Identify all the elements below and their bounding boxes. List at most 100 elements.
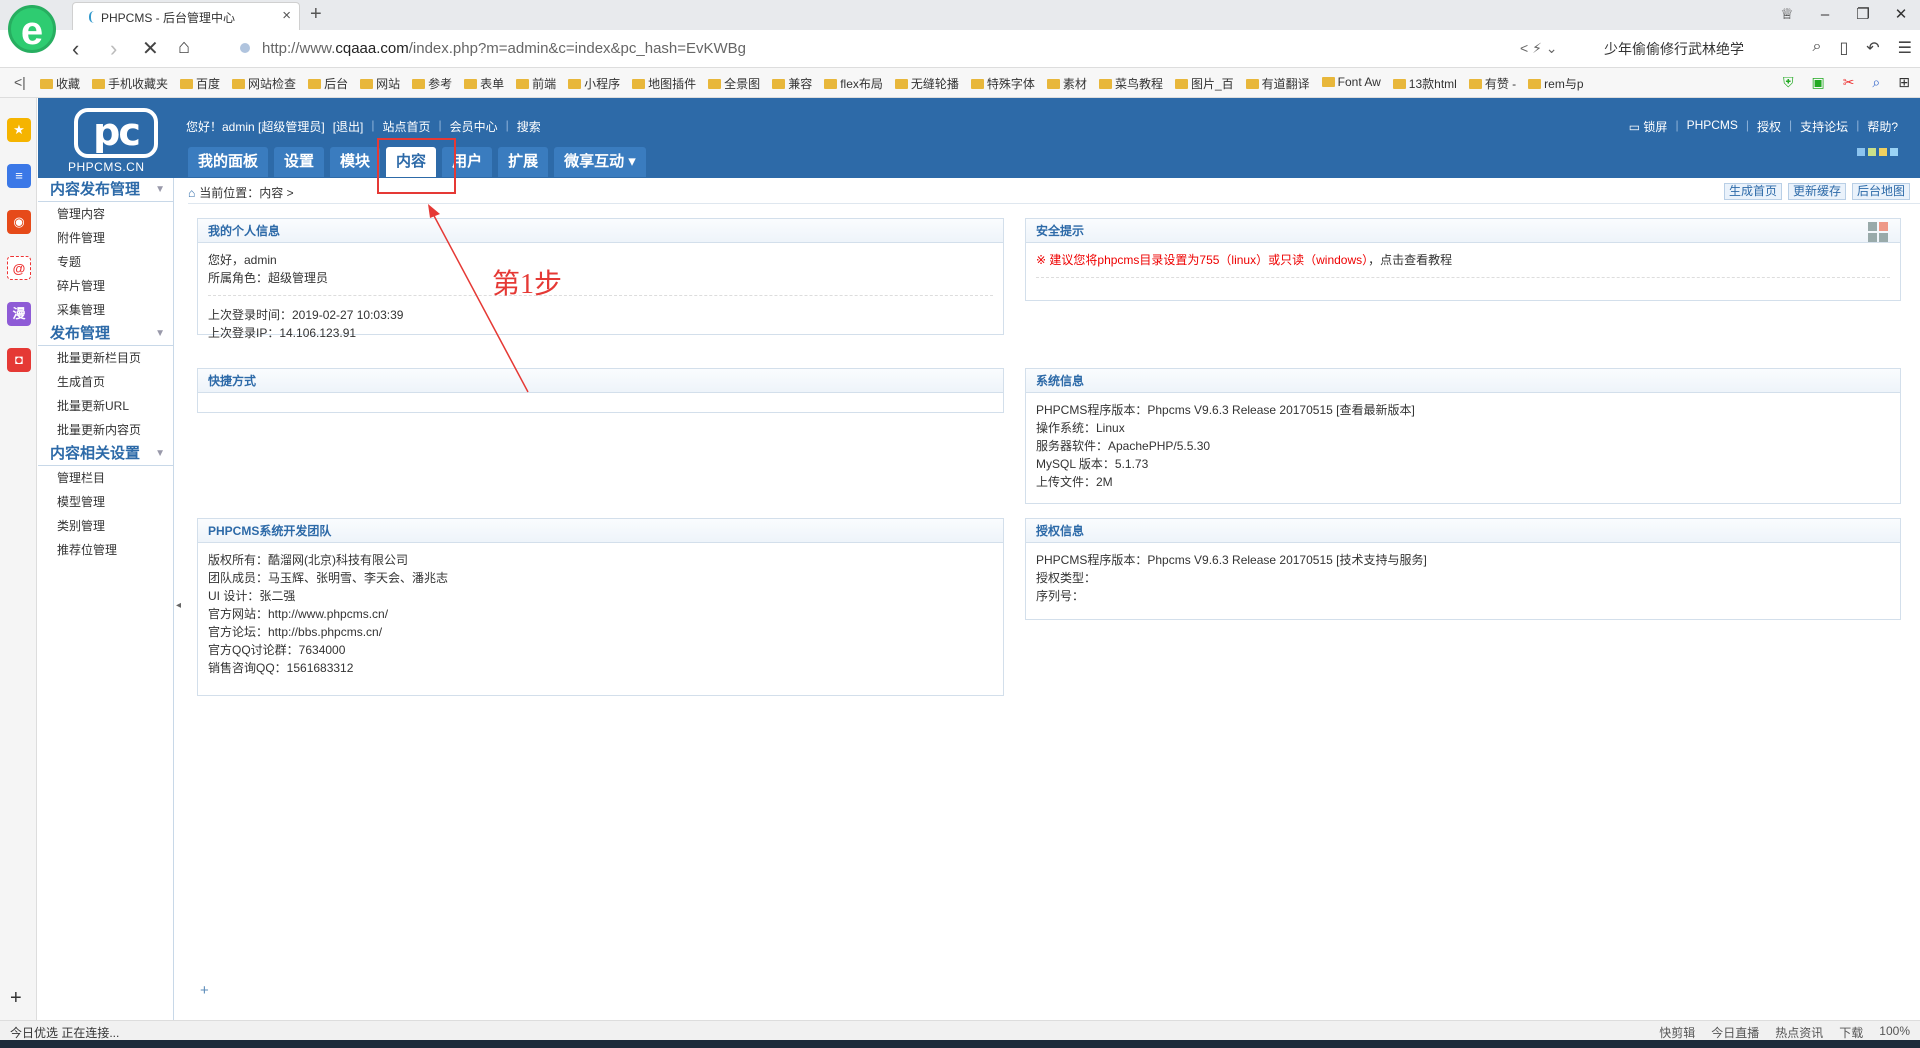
comic-icon[interactable]: 漫: [7, 302, 31, 326]
home-icon[interactable]: ⌂: [178, 36, 190, 59]
menu-item[interactable]: 批量更新栏目页: [38, 346, 173, 370]
bookmark-item[interactable]: 收藏: [40, 75, 80, 92]
skin-icon[interactable]: ♕: [1768, 0, 1806, 30]
menu-group-title[interactable]: 发布管理 ▼: [38, 322, 173, 346]
menu-item[interactable]: 管理内容: [38, 202, 173, 226]
bookmark-item[interactable]: 后台: [308, 75, 348, 92]
phpcms-link[interactable]: PHPCMS: [1687, 118, 1738, 135]
quick-clip-button[interactable]: 快剪辑: [1659, 1024, 1695, 1041]
grid-icon[interactable]: ⊞: [1898, 74, 1910, 91]
menu-item[interactable]: 采集管理: [38, 298, 173, 322]
menu-icon[interactable]: ☰: [1898, 38, 1912, 58]
translate-icon[interactable]: ▣: [1811, 74, 1824, 91]
help-link[interactable]: 帮助?: [1867, 118, 1898, 135]
tab-interaction[interactable]: 微享互动 ▾: [554, 147, 646, 177]
restore-icon[interactable]: ❐: [1844, 0, 1882, 30]
bookmark-item[interactable]: 网站: [360, 75, 400, 92]
undo-icon[interactable]: ↶: [1866, 38, 1879, 58]
panel-menu-icon[interactable]: [1868, 222, 1888, 242]
menu-item[interactable]: 推荐位管理: [38, 538, 173, 562]
tab-my-panel[interactable]: 我的面板: [188, 147, 269, 177]
bookmark-item[interactable]: 手机收藏夹: [92, 75, 168, 92]
bookmark-item[interactable]: 兼容: [772, 75, 812, 92]
bookmark-item[interactable]: 地图插件: [632, 75, 696, 92]
close-window-icon[interactable]: ✕: [1882, 0, 1920, 30]
lock-screen-link[interactable]: ▭ 锁屏: [1629, 118, 1668, 135]
share-icon[interactable]: < ⚡ ⌄: [1520, 40, 1558, 57]
member-center-link[interactable]: 会员中心: [450, 118, 498, 135]
bookmark-item[interactable]: 表单: [464, 75, 504, 92]
logout-link[interactable]: [退出]: [333, 118, 364, 135]
sidebar-add-icon[interactable]: +: [10, 987, 22, 1010]
bookmark-item[interactable]: 素材: [1047, 75, 1087, 92]
collapse-menu-icon[interactable]: ◂: [176, 600, 181, 611]
zoom-level[interactable]: 100%: [1879, 1024, 1910, 1041]
menu-group-title[interactable]: 内容相关设置 ▼: [38, 442, 173, 466]
bookmark-item[interactable]: 小程序: [568, 75, 620, 92]
bookmark-item[interactable]: 特殊字体: [971, 75, 1035, 92]
device-icon[interactable]: ▯: [1839, 38, 1848, 58]
bookmark-item[interactable]: 网站检查: [232, 75, 296, 92]
search-link[interactable]: 搜索: [517, 118, 541, 135]
menu-group-title[interactable]: 内容发布管理 ▼: [38, 178, 173, 202]
tab-extend[interactable]: 扩展: [498, 147, 549, 177]
menu-item[interactable]: 碎片管理: [38, 274, 173, 298]
menu-item[interactable]: 模型管理: [38, 490, 173, 514]
bookmark-item[interactable]: 全景图: [708, 75, 760, 92]
bookmark-item[interactable]: 百度: [180, 75, 220, 92]
shield-icon[interactable]: ⛨: [1783, 74, 1794, 91]
favorites-icon[interactable]: ★: [7, 118, 31, 142]
menu-item[interactable]: 类别管理: [38, 514, 173, 538]
update-cache-button[interactable]: 更新缓存: [1787, 183, 1846, 200]
bookmark-item[interactable]: rem与p: [1528, 75, 1583, 92]
forward-icon[interactable]: ›: [110, 36, 117, 62]
live-button[interactable]: 今日直播: [1711, 1024, 1759, 1041]
bookmark-item[interactable]: 无缝轮播: [895, 75, 959, 92]
menu-item[interactable]: 附件管理: [38, 226, 173, 250]
menu-item[interactable]: 批量更新URL: [38, 394, 173, 418]
mail-icon[interactable]: @: [7, 256, 31, 280]
back-icon[interactable]: ‹: [72, 36, 79, 62]
browser-tab[interactable]: PHPCMS - 后台管理中心 ×: [72, 2, 300, 30]
browser-logo-icon[interactable]: e: [8, 5, 56, 53]
download-button[interactable]: 下载: [1839, 1024, 1863, 1041]
skin-light-option[interactable]: [1890, 148, 1898, 156]
weibo-icon[interactable]: ◉: [7, 210, 31, 234]
hot-news-button[interactable]: 热点资讯: [1775, 1024, 1823, 1041]
minimize-icon[interactable]: –: [1806, 0, 1844, 30]
search-hint-text[interactable]: 少年偷偷修行武林绝学: [1604, 39, 1744, 59]
skin-yellow-option[interactable]: [1879, 148, 1887, 156]
skin-blue-option[interactable]: [1857, 148, 1865, 156]
url-input[interactable]: http://www.cqaaa.com/index.php?m=admin&c…: [232, 35, 1502, 63]
new-tab-icon[interactable]: +: [310, 3, 322, 26]
search-icon[interactable]: ⌕: [1812, 38, 1821, 58]
menu-item[interactable]: 专题: [38, 250, 173, 274]
notes-icon[interactable]: ≡: [7, 164, 31, 188]
menu-item[interactable]: 管理栏目: [38, 466, 173, 490]
bookmark-item[interactable]: 13款html: [1393, 75, 1457, 92]
license-link[interactable]: 授权: [1757, 118, 1781, 135]
add-shortcut-icon[interactable]: +: [200, 982, 209, 999]
menu-item[interactable]: 批量更新内容页: [38, 418, 173, 442]
cms-logo[interactable]: pc PHPCMS.CN: [64, 108, 160, 174]
tab-settings[interactable]: 设置: [274, 147, 325, 177]
site-home-link[interactable]: 站点首页: [382, 118, 430, 135]
tab-modules[interactable]: 模块: [330, 147, 381, 177]
bookmark-item[interactable]: 图片_百: [1175, 75, 1234, 92]
find-icon[interactable]: ⌕: [1872, 74, 1880, 91]
cut-icon[interactable]: ✂: [1843, 74, 1855, 91]
tab-close-icon[interactable]: ×: [282, 7, 291, 24]
bookmarks-collapse-icon[interactable]: <|: [14, 74, 26, 90]
bookmark-item[interactable]: 有赞 -: [1469, 75, 1516, 92]
menu-item[interactable]: 生成首页: [38, 370, 173, 394]
bookmark-item[interactable]: flex布局: [824, 75, 883, 92]
game-icon[interactable]: ◘: [7, 348, 31, 372]
stop-icon[interactable]: ✕: [142, 36, 159, 61]
bookmark-item[interactable]: Font Aw: [1322, 75, 1381, 92]
site-info-icon[interactable]: [240, 43, 250, 53]
bookmark-item[interactable]: 参考: [412, 75, 452, 92]
tutorial-link[interactable]: ，点击查看教程: [1368, 253, 1452, 267]
forum-link[interactable]: 支持论坛: [1800, 118, 1848, 135]
bookmark-item[interactable]: 菜鸟教程: [1099, 75, 1163, 92]
skin-green-option[interactable]: [1868, 148, 1876, 156]
